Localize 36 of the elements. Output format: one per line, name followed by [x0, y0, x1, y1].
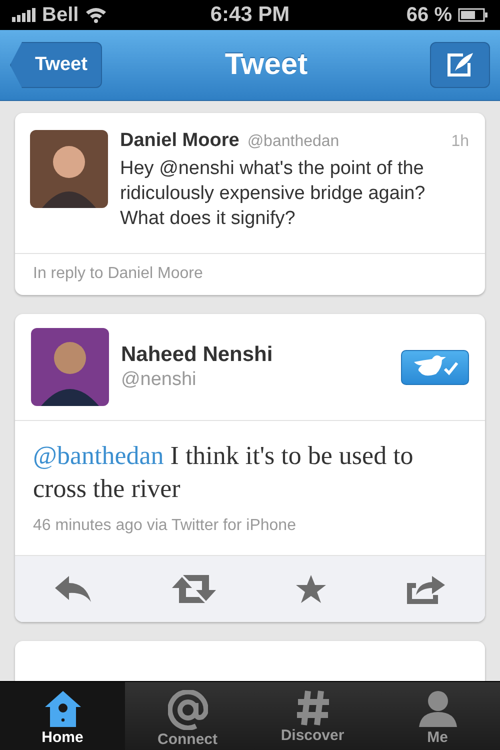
author-handle: @banthedan [247, 133, 340, 151]
following-button[interactable] [401, 350, 469, 384]
signal-icon [12, 8, 36, 22]
screen-title: Tweet [224, 48, 308, 82]
author-name[interactable]: Daniel Moore [120, 130, 240, 152]
avatar-icon [31, 328, 109, 406]
clock-time: 6:43 PM [210, 3, 290, 27]
wifi-icon [84, 7, 107, 23]
back-button[interactable]: Tweet [10, 42, 102, 88]
tweet-meta: 46 minutes ago via Twitter for iPhone [33, 517, 297, 535]
hashtag-icon [296, 690, 330, 726]
share-button[interactable] [406, 573, 446, 605]
battery-percent: 66 % [406, 4, 452, 26]
tab-bar-item[interactable]: Me [375, 682, 500, 750]
person-icon [418, 690, 458, 728]
author-handle: @nenshi [121, 369, 198, 391]
star-icon [295, 574, 328, 604]
tab-bar-item[interactable]: Discover [250, 682, 375, 750]
tweet-text: @banthedan I think it's to be used to cross the river [32, 440, 414, 505]
tweet-text: Hey @nenshi what's the point of the ridiculously expensive bridge again? What does it signify? [120, 157, 426, 231]
tab-bar-item[interactable]: Connect [125, 682, 250, 750]
birdhouse-icon [42, 690, 82, 728]
carrier-name: Bell [42, 4, 79, 26]
share-icon [406, 573, 446, 605]
avatar-icon [30, 130, 108, 208]
retweet-button[interactable] [170, 574, 217, 604]
compose-button[interactable] [430, 42, 490, 88]
tab-bar-item[interactable]: Home [0, 682, 125, 750]
reply-icon [54, 575, 92, 603]
favorite-button[interactable] [295, 574, 328, 604]
retweet-icon [170, 574, 217, 604]
at-sign-icon [168, 690, 208, 730]
reply-button[interactable] [54, 575, 92, 603]
author-name[interactable]: Naheed Nenshi [121, 343, 389, 367]
battery-icon [458, 8, 488, 22]
tweet-age: 1h [451, 133, 469, 151]
